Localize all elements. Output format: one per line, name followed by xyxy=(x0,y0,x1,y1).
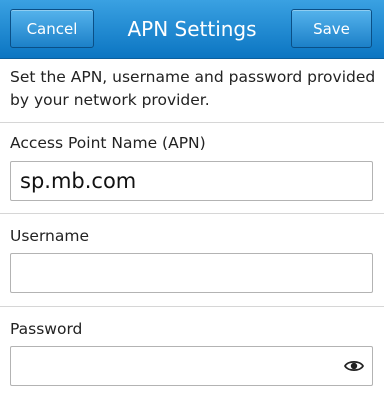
divider xyxy=(0,306,384,307)
username-label: Username xyxy=(10,227,90,245)
apn-label: Access Point Name (APN) xyxy=(10,134,206,152)
divider xyxy=(0,122,384,123)
apn-value: sp.mb.com xyxy=(20,169,137,193)
divider xyxy=(0,213,384,214)
save-button[interactable]: Save xyxy=(291,9,372,48)
password-label: Password xyxy=(10,320,83,338)
password-field[interactable] xyxy=(10,346,373,386)
title-bar: Cancel APN Settings Save xyxy=(0,0,384,59)
apn-field[interactable]: sp.mb.com xyxy=(10,161,373,201)
page-title: APN Settings xyxy=(127,17,257,41)
username-field[interactable] xyxy=(10,253,373,293)
eye-icon[interactable] xyxy=(344,357,364,375)
cancel-button[interactable]: Cancel xyxy=(10,9,94,48)
instructions-text: Set the APN, username and password provi… xyxy=(10,68,376,109)
